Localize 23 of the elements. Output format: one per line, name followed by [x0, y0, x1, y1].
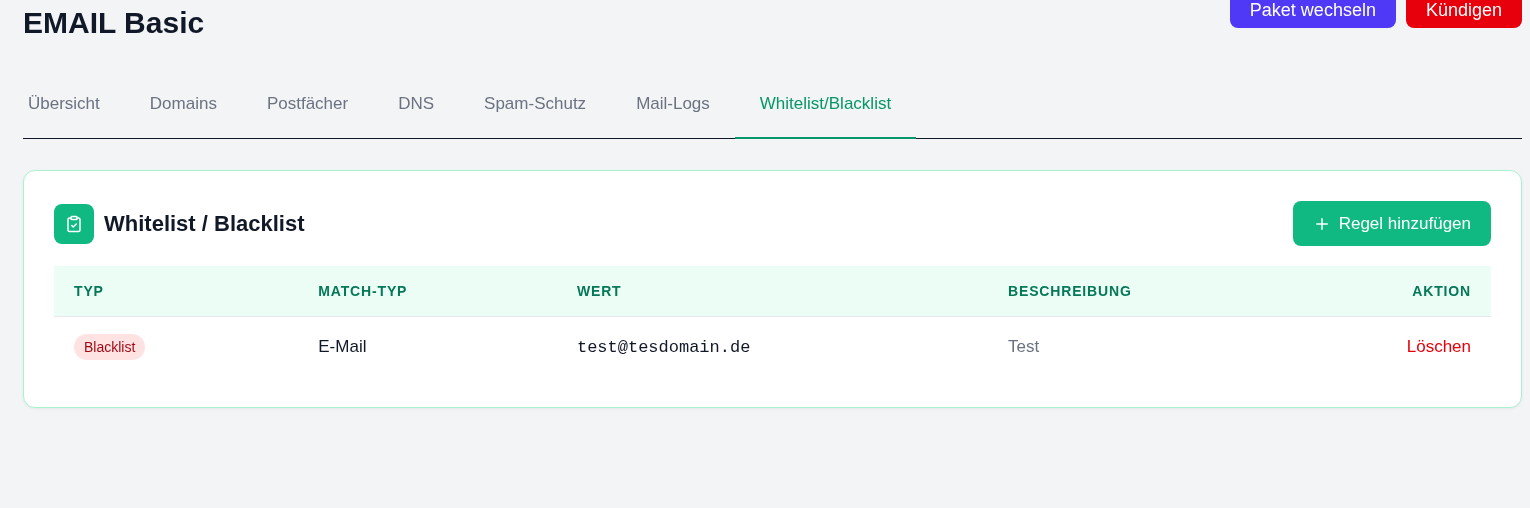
tab[interactable]: Whitelist/Blacklist	[734, 86, 917, 139]
clipboard-check-icon	[54, 203, 94, 244]
tab[interactable]: Übersicht	[23, 86, 125, 139]
tab[interactable]: Domains	[124, 86, 242, 139]
column-header: BESCHREIBUNG	[988, 266, 1276, 316]
column-header: MATCH-TYP	[298, 266, 557, 316]
cancel-button[interactable]: Kündigen	[1405, 0, 1522, 28]
delete-link[interactable]: Löschen	[1406, 336, 1471, 357]
column-header: TYP	[54, 266, 299, 316]
tab[interactable]: Mail-Logs	[611, 86, 735, 139]
table-cell: Test	[1008, 336, 1040, 356]
tab[interactable]: Spam-Schutz	[459, 86, 612, 139]
card-title: Whitelist / Blacklist	[104, 210, 305, 237]
change-plan-button[interactable]: Paket wechseln	[1229, 0, 1396, 28]
tab[interactable]: DNS	[373, 86, 460, 139]
type-badge: Blacklist	[74, 333, 146, 360]
column-header: WERT	[556, 266, 989, 316]
column-header: AKTION	[1275, 266, 1491, 316]
add-rule-button[interactable]: Regel hinzufügen	[1292, 201, 1491, 246]
table-cell: test@tesdomain.de	[576, 337, 751, 357]
table-cell: E-Mail	[318, 336, 367, 356]
tab[interactable]: Postfächer	[241, 86, 374, 139]
page-title: EMAIL Basic	[23, 5, 205, 41]
